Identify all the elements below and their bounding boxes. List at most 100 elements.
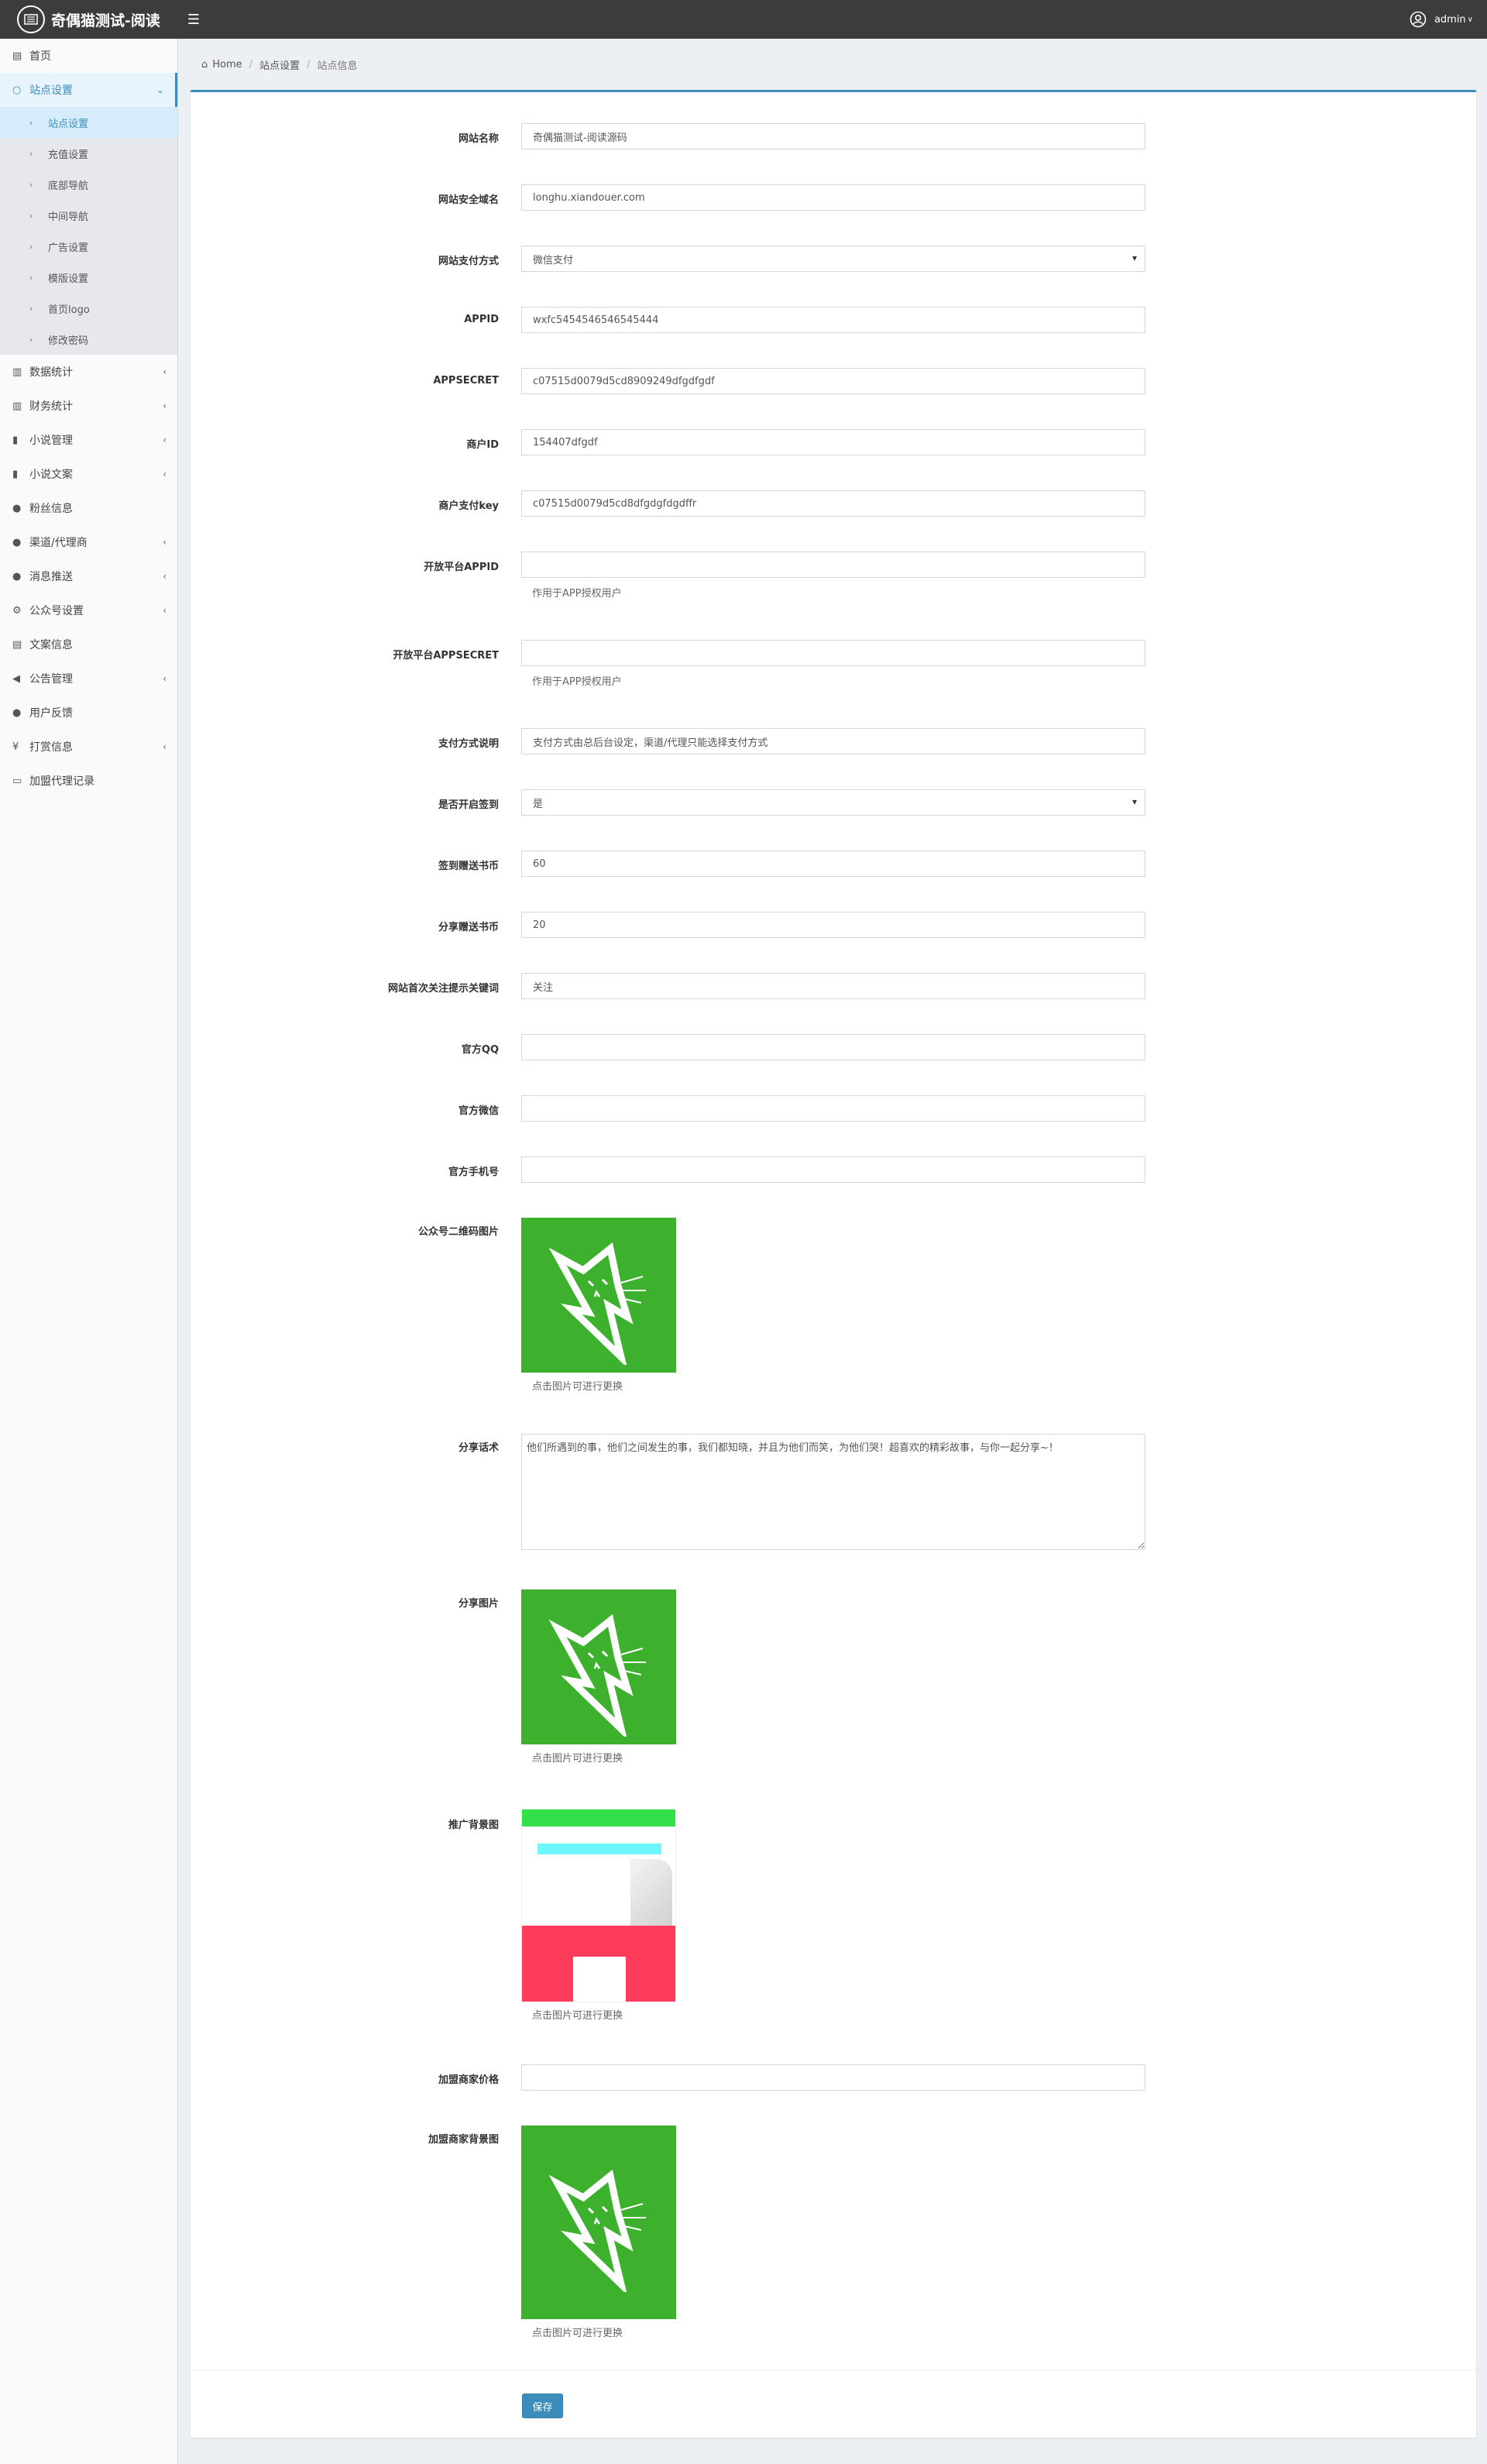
brand-title: 奇偶猫测试-阅读 <box>51 12 160 29</box>
chevron-right-icon: › <box>29 241 33 252</box>
field-label: 官方QQ <box>461 1044 499 1056</box>
sign-coins-input[interactable]: 60 <box>521 851 1145 877</box>
sidebar-item-reward[interactable]: ¥ 打赏信息 ‹ <box>0 730 177 764</box>
follow-keyword-input[interactable]: 关注 <box>521 973 1145 999</box>
field-label: 推广背景图 <box>448 1820 499 1831</box>
sidebar-item-notice[interactable]: ◀ 公告管理 ‹ <box>0 662 177 696</box>
chevron-right-icon: › <box>29 210 33 221</box>
pay-method-select[interactable]: 微信支付 <box>521 246 1145 272</box>
sidebar-item-fans[interactable]: ● 粉丝信息 <box>0 491 177 525</box>
subnav-item-change-password[interactable]: › 修改密码 <box>0 324 177 355</box>
book-icon: ▮ <box>12 468 19 480</box>
qq-input[interactable] <box>521 1034 1145 1060</box>
sidebar-item-copy-info[interactable]: ▤ 文案信息 <box>0 627 177 662</box>
dashboard-icon: ▤ <box>12 50 22 62</box>
sign-enable-select[interactable]: 是 <box>521 789 1145 816</box>
subnav-item-ad-settings[interactable]: › 广告设置 <box>0 231 177 262</box>
appsecret-input[interactable]: c07515d0079d5cd8909249dfgdfgdf <box>521 368 1145 394</box>
cat-bolt-icon <box>548 2169 646 2292</box>
chevron-right-icon: › <box>29 303 33 314</box>
open-appsecret-input[interactable] <box>521 640 1145 666</box>
sidebar-item-push[interactable]: ● 消息推送 ‹ <box>0 559 177 593</box>
field-label: 网站安全域名 <box>438 194 499 206</box>
field-label: 官方微信 <box>458 1105 499 1117</box>
franchise-image-upload[interactable] <box>521 2126 676 2319</box>
chevron-left-icon: ‹ <box>163 537 167 548</box>
cat-logo-image <box>521 2126 676 2319</box>
top-header: 奇偶猫测试-阅读 ☰ admin ∨ <box>0 0 1487 39</box>
site-name-input[interactable]: 奇偶猫测试-阅读源码 <box>521 123 1145 149</box>
sidebar-item-feedback[interactable]: ● 用户反馈 <box>0 696 177 730</box>
chevron-left-icon: ‹ <box>163 400 167 411</box>
breadcrumb-home[interactable]: Home <box>212 59 242 70</box>
user-circle-icon <box>1410 11 1427 28</box>
yen-icon: ¥ <box>12 741 19 753</box>
mch-id-input[interactable]: 154407dfgdf <box>521 429 1145 455</box>
sidebar: ▤ 首页 ○ 站点设置 ⌄ › 站点设置 › 充值设置 › 底部导航 › 中间导航 › 广… <box>0 39 178 2464</box>
pay-desc-input[interactable]: 支付方式由总后台设定，渠道/代理只能选择支付方式 <box>521 728 1145 754</box>
subnav-item-home-logo[interactable]: › 首页logo <box>0 293 177 324</box>
share-image-upload[interactable] <box>521 1589 676 1744</box>
brand[interactable]: 奇偶猫测试-阅读 <box>0 0 178 39</box>
sidebar-item-finance-stats[interactable]: ▥ 财务统计 ‹ <box>0 389 177 423</box>
phone-input[interactable] <box>521 1156 1145 1183</box>
breadcrumb-level1[interactable]: 站点设置 <box>259 57 300 72</box>
subnav-item-bottom-nav[interactable]: › 底部导航 <box>0 169 177 200</box>
home-icon: ⌂ <box>201 58 208 70</box>
chevron-right-icon: › <box>29 334 33 345</box>
site-settings-submenu: › 站点设置 › 充值设置 › 底部导航 › 中间导航 › 广告设置 › 模版设置 › 首页l… <box>0 107 177 355</box>
sidebar-item-wechat-settings[interactable]: ⚙ 公众号设置 ‹ <box>0 593 177 627</box>
franchise-price-input[interactable] <box>521 2064 1145 2091</box>
sidebar-item-franchise-records[interactable]: ▭ 加盟代理记录 <box>0 764 177 798</box>
chevron-left-icon: ‹ <box>163 435 167 445</box>
sidebar-item-data-stats[interactable]: ▥ 数据统计 ‹ <box>0 355 177 389</box>
user-menu[interactable]: admin ∨ <box>1410 0 1487 39</box>
mch-key-input[interactable]: c07515d0079d5cd8dfgdgfdgdffr <box>521 490 1145 517</box>
sidebar-item-site-settings[interactable]: ○ 站点设置 ⌄ <box>0 73 177 107</box>
comment-icon: ● <box>12 706 22 719</box>
subnav-item-template-settings[interactable]: › 模版设置 <box>0 262 177 293</box>
book-icon: ▮ <box>12 434 19 446</box>
help-text: 点击图片可进行更换 <box>532 2328 623 2339</box>
sidebar-item-home[interactable]: ▤ 首页 <box>0 39 177 73</box>
field-label: APPSECRET <box>433 375 499 387</box>
appid-input[interactable]: wxfc5454546546545444 <box>521 307 1145 333</box>
field-label: 商户支付key <box>438 500 499 512</box>
bar-chart-icon: ▥ <box>12 366 22 378</box>
subnav-item-middle-nav[interactable]: › 中间导航 <box>0 200 177 231</box>
chevron-left-icon: ‹ <box>163 741 167 752</box>
chevron-down-icon: ∨ <box>1467 15 1473 24</box>
field-label: 加盟商家价格 <box>438 2074 499 2086</box>
promo-image-upload[interactable] <box>521 1809 676 2002</box>
menu-toggle-icon[interactable]: ☰ <box>178 0 209 39</box>
sidebar-item-channel-agent[interactable]: ● 渠道/代理商 ‹ <box>0 525 177 559</box>
site-domain-input[interactable]: longhu.xiandouer.com <box>521 184 1145 211</box>
chevron-left-icon: ‹ <box>163 673 167 684</box>
field-label: 商户ID <box>466 439 499 451</box>
sidebar-item-novel-manage[interactable]: ▮ 小说管理 ‹ <box>0 423 177 457</box>
field-label: 分享话术 <box>458 1442 499 1454</box>
field-label: 分享赠送书币 <box>438 922 499 933</box>
subnav-item-recharge-settings[interactable]: › 充值设置 <box>0 138 177 169</box>
field-label: 网站支付方式 <box>438 256 499 267</box>
bullhorn-icon: ◀ <box>12 672 20 685</box>
field-label: 分享图片 <box>458 1598 499 1610</box>
wechat-input[interactable] <box>521 1095 1145 1122</box>
chevron-left-icon: ‹ <box>163 469 167 479</box>
open-appid-input[interactable] <box>521 552 1145 578</box>
share-text-textarea[interactable] <box>521 1434 1145 1550</box>
chevron-right-icon: › <box>29 272 33 283</box>
user-name: admin <box>1434 13 1466 26</box>
cat-bolt-icon <box>548 1242 646 1365</box>
help-text: 点击图片可进行更换 <box>532 2010 623 2022</box>
subnav-item-site-settings[interactable]: › 站点设置 <box>0 107 177 138</box>
sidebar-item-novel-copy[interactable]: ▮ 小说文案 ‹ <box>0 457 177 491</box>
help-text: 点击图片可进行更换 <box>532 1381 623 1393</box>
field-label: 是否开启签到 <box>438 799 499 811</box>
save-button[interactable]: 保存 <box>522 2394 563 2418</box>
chevron-down-icon: ⌄ <box>156 84 164 95</box>
cat-bolt-icon <box>548 1613 646 1737</box>
qrcode-image-upload[interactable] <box>521 1218 676 1373</box>
field-label: 签到赠送书币 <box>438 861 499 872</box>
share-coins-input[interactable]: 20 <box>521 912 1145 938</box>
